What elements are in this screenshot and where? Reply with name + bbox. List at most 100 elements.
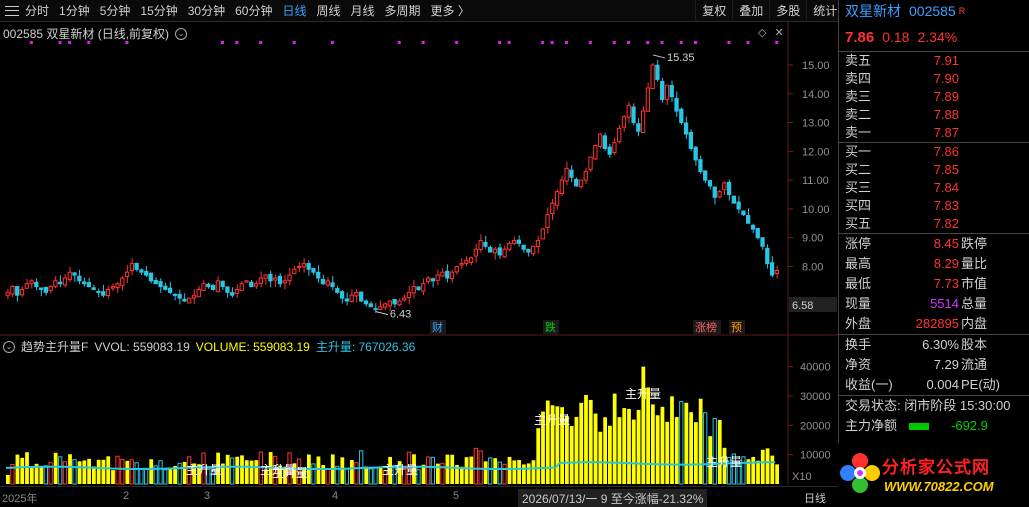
stat-row: 涨停 8.45 跌停	[839, 234, 1029, 254]
stat-row: 外盘 282895 内盘	[839, 314, 1029, 334]
period-tab[interactable]: 15分钟	[135, 0, 182, 22]
volume-bar	[588, 399, 593, 484]
volume-bar	[39, 466, 44, 484]
volume-bar	[311, 463, 316, 485]
sell-order-row: 卖一 7.87	[839, 124, 1029, 142]
candle	[359, 291, 364, 302]
stat-row: 现量 5514 总量	[839, 294, 1029, 314]
stat-row: 最高 8.29 量比	[839, 254, 1029, 274]
candle	[354, 291, 359, 297]
volume-bar	[6, 474, 10, 484]
period-tab[interactable]: 日线	[277, 0, 311, 22]
kline-chart-svg[interactable]: 15.00 14.00 13.00 12.00 11.00 10.00 9.00 8.00 6.…	[0, 22, 838, 507]
sell-order-row: 卖五 7.91	[839, 52, 1029, 70]
volume-bar	[603, 417, 607, 484]
stat-label: 净资	[845, 357, 872, 372]
candle	[230, 292, 235, 296]
toolbar-button[interactable]: 叠加	[732, 0, 769, 22]
signal-dot	[679, 41, 683, 44]
period-tab[interactable]: 更多 〉	[426, 0, 475, 22]
y-tick-label: 14.00	[802, 89, 830, 101]
net-inflow-row: 主力净额 -692.9	[839, 416, 1029, 436]
quote-panel: 双星新材 002585 R 7.86 0.18 2.34% 卖五 7.91 卖四 7.90 卖三…	[838, 0, 1029, 507]
volume-bar	[368, 468, 373, 485]
toolbar-button[interactable]: 多股	[769, 0, 806, 22]
volume-bar	[373, 467, 378, 485]
period-tab[interactable]: 月线	[346, 0, 380, 22]
volume-bar	[82, 460, 87, 484]
candle	[101, 291, 106, 296]
candle	[445, 270, 450, 279]
chevron-down-icon[interactable]: ⌄	[175, 27, 188, 40]
volume-bar	[77, 461, 82, 484]
stat-label-secondary: 股本	[961, 337, 988, 352]
candle	[765, 247, 770, 265]
volume-bar	[493, 458, 498, 484]
candle	[196, 288, 201, 298]
stock-name: 双星新材	[845, 3, 901, 19]
period-tab[interactable]: 30分钟	[183, 0, 230, 22]
candle	[688, 131, 694, 149]
volume-bar	[364, 466, 369, 484]
candle	[736, 201, 741, 210]
menu-icon[interactable]	[4, 4, 20, 18]
candle	[335, 288, 340, 293]
candle	[129, 263, 135, 272]
stat-row: 收益(一) 0.004 PE(动)	[839, 375, 1029, 395]
stat-label-secondary: 内盘	[961, 316, 988, 331]
volume-bar	[756, 460, 760, 484]
toolbar-button[interactable]: 复权	[695, 0, 732, 22]
vol-y-tick-label: 10000	[800, 450, 831, 462]
candle	[220, 280, 225, 288]
stat-value: 7.73	[933, 276, 959, 291]
stat-label-secondary: 市值	[961, 276, 988, 291]
sell-order-row: 卖四 7.90	[839, 70, 1029, 88]
close-icon[interactable]: ✕	[774, 26, 783, 39]
candle	[363, 300, 369, 305]
candle	[67, 271, 72, 280]
signal-dot	[397, 41, 401, 44]
volume-bar	[507, 456, 512, 484]
diamond-icon[interactable]: ◇	[758, 26, 766, 39]
quote-stats: 涨停 8.45 跌停 最高 8.29 量比 最低 7.73 市值 现量 5514 总量 外盘 282895…	[839, 233, 1029, 334]
candle	[550, 202, 555, 215]
candle	[760, 237, 765, 247]
price-row: 7.86 0.18 2.34%	[839, 22, 1029, 52]
candle	[387, 300, 393, 307]
period-tab[interactable]: 1分钟	[54, 0, 95, 22]
volume-bar	[430, 456, 436, 485]
candle	[660, 80, 665, 101]
volume-bar	[450, 454, 455, 484]
candle	[511, 240, 517, 244]
volume-bar	[244, 460, 249, 484]
vvol-value: VVOL: 559083.19	[94, 339, 190, 354]
candle	[726, 181, 732, 196]
period-tab[interactable]: 分时	[20, 0, 54, 22]
volume-bar	[631, 419, 636, 484]
candle	[153, 279, 158, 285]
period-tab[interactable]: 5分钟	[95, 0, 136, 22]
main-volume-value: 主升量: 767026.36	[315, 340, 416, 354]
main-volume-marker: 主升量	[272, 466, 308, 480]
period-tab[interactable]: 60分钟	[230, 0, 277, 22]
candle	[468, 257, 474, 263]
stat-value: 5514	[930, 296, 959, 311]
net-inflow-bar	[909, 422, 930, 430]
candle	[636, 123, 641, 132]
candle	[368, 303, 373, 308]
period-tab[interactable]: 多周期	[380, 0, 426, 22]
kline-chart-area[interactable]: 15.00 14.00 13.00 12.00 11.00 10.00 9.00 8.00 6.…	[0, 22, 838, 507]
candle	[316, 271, 321, 279]
candle	[607, 146, 612, 155]
high-pointer	[652, 54, 666, 59]
candle	[296, 265, 302, 268]
chevron-down-icon[interactable]: ⌄	[3, 340, 15, 353]
candle	[569, 169, 574, 178]
period-tab[interactable]: 周线	[311, 0, 345, 22]
indicator-name[interactable]: 趋势主升量F	[21, 338, 88, 355]
price-change: 0.18	[882, 29, 910, 45]
candle	[516, 239, 522, 244]
order-price: 7.83	[933, 198, 959, 213]
volume-bar	[163, 469, 168, 485]
candle	[320, 278, 326, 285]
